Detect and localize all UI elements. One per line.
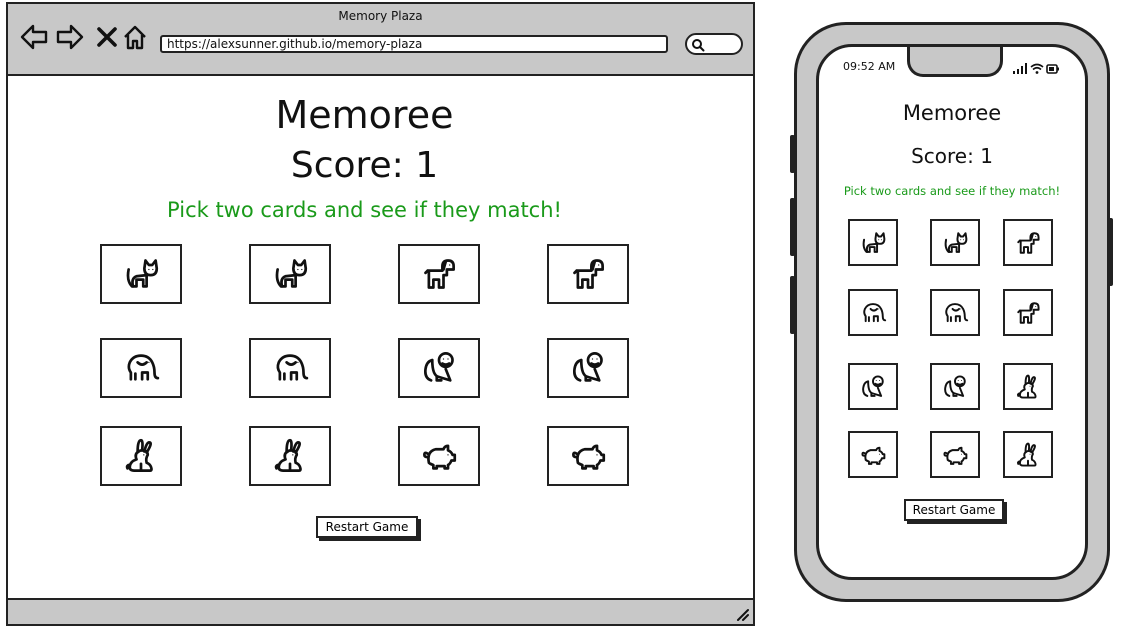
cat-icon (275, 259, 308, 288)
page-content: Memoree Score: 1 Pick two cards and see … (8, 76, 753, 598)
monkey-icon (862, 374, 884, 397)
memory-card[interactable] (547, 426, 629, 486)
mobile-memory-card[interactable] (848, 363, 898, 410)
phone-notch (907, 47, 1003, 77)
dog-icon (1017, 301, 1040, 324)
mobile-instruction-message: Pick two cards and see if they match! (843, 184, 1061, 198)
memory-card[interactable] (547, 244, 629, 304)
mobile-memory-card[interactable] (930, 289, 980, 336)
restart-game-button[interactable]: Restart Game (316, 516, 418, 538)
instruction-message: Pick two cards and see if they match! (167, 198, 562, 222)
monkey-icon (572, 352, 603, 382)
mobile-game-title: Memoree (902, 101, 1002, 125)
address-bar[interactable]: https://alexsunner.github.io/memory-plaz… (160, 35, 668, 53)
battery-icon (1046, 64, 1059, 74)
pig-icon (943, 446, 968, 465)
memory-card[interactable] (249, 244, 331, 304)
mobile-memory-card[interactable] (1003, 289, 1053, 336)
memory-card[interactable] (249, 338, 331, 398)
forward-arrow-icon[interactable] (56, 24, 84, 54)
rabbit-icon (1017, 374, 1037, 399)
memory-card[interactable] (249, 426, 331, 486)
cat-icon (944, 231, 968, 253)
window-title: Memory Plaza (338, 9, 423, 23)
elephant-icon (863, 302, 887, 322)
signal-icon (1013, 63, 1027, 74)
home-icon[interactable] (122, 24, 148, 54)
memory-card[interactable] (398, 426, 480, 486)
status-icons (1013, 60, 1059, 79)
score-display: Score: 1 (290, 145, 439, 186)
mobile-restart-game-button[interactable]: Restart Game (904, 499, 1004, 521)
mobile-memory-card[interactable] (848, 431, 898, 478)
mobile-score-display: Score: 1 (911, 144, 993, 168)
back-arrow-icon[interactable] (20, 24, 48, 54)
memory-card[interactable] (100, 244, 182, 304)
dog-icon (1017, 231, 1040, 254)
magnifier-icon (692, 39, 705, 52)
mobile-memory-card[interactable] (1003, 219, 1053, 266)
mobile-memory-card[interactable] (930, 363, 980, 410)
monkey-icon (423, 352, 454, 382)
rabbit-icon (1017, 442, 1037, 467)
status-time: 09:52 AM (843, 60, 896, 73)
dog-icon (424, 259, 455, 289)
search-field[interactable] (685, 33, 743, 55)
memory-card[interactable] (547, 338, 629, 398)
mobile-memory-card[interactable] (848, 219, 898, 266)
rabbit-icon (125, 438, 153, 472)
browser-status-bar (8, 598, 753, 624)
elephant-icon (945, 302, 969, 322)
pig-icon (861, 446, 886, 465)
mobile-memory-card[interactable] (1003, 431, 1053, 478)
wifi-icon (1030, 63, 1044, 74)
pig-icon (572, 444, 606, 470)
cat-icon (126, 259, 159, 288)
mobile-memory-card[interactable] (1003, 363, 1053, 410)
elephant-icon (276, 354, 309, 381)
memory-card[interactable] (398, 338, 480, 398)
browser-window: Memory Plaza https://alexsunner.github.i… (6, 2, 755, 626)
close-x-icon[interactable] (96, 24, 118, 54)
dog-icon (573, 259, 604, 289)
pig-icon (423, 444, 457, 470)
rabbit-icon (274, 438, 302, 472)
memory-card[interactable] (100, 426, 182, 486)
mobile-memory-card[interactable] (930, 219, 980, 266)
mobile-memory-card[interactable] (848, 289, 898, 336)
elephant-icon (127, 354, 160, 381)
memory-card[interactable] (398, 244, 480, 304)
mobile-memory-card[interactable] (930, 431, 980, 478)
browser-toolbar: Memory Plaza https://alexsunner.github.i… (8, 4, 753, 76)
monkey-icon (944, 374, 966, 397)
resize-grip-icon[interactable] (735, 607, 749, 621)
game-title: Memoree (275, 93, 454, 137)
phone-screen: 09:52 AM Memoree Score: 1 Pick two cards… (816, 44, 1088, 580)
cat-icon (862, 231, 886, 253)
memory-card[interactable] (100, 338, 182, 398)
